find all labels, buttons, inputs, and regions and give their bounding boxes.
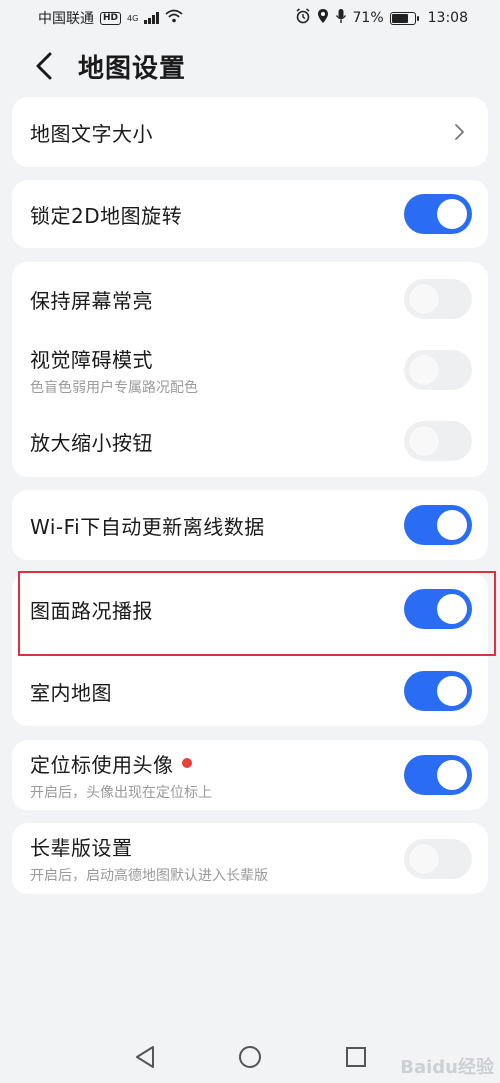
row-text: 锁定2D地图旋转: [30, 200, 404, 229]
row-text: 保持屏幕常亮: [30, 285, 404, 314]
row-text: 地图文字大小: [30, 118, 454, 147]
network-type: 4G: [127, 13, 139, 23]
vision-mode-toggle[interactable]: [404, 350, 472, 390]
toggle-knob: [437, 510, 467, 540]
card-wifi-offline-update: Wi-Fi下自动更新离线数据: [12, 490, 488, 560]
page-title: 地图设置: [78, 53, 187, 84]
row-indoor-map[interactable]: 室内地图: [12, 656, 488, 726]
location-icon: [317, 8, 329, 28]
new-badge-dot: [181, 758, 192, 768]
battery-icon: [389, 11, 419, 25]
keep-screen-on-toggle[interactable]: [404, 279, 472, 319]
wifi-icon: [165, 9, 183, 27]
battery-percent: 71%: [352, 10, 384, 26]
card-display-options: 保持屏幕常亮 视觉障碍模式 色盲色弱用户专属路况配色 放大缩小按钮: [12, 262, 488, 477]
circle-home-icon: [239, 1046, 261, 1068]
row-label: 室内地图: [30, 680, 112, 705]
row-elder-mode[interactable]: 长辈版设置 开启后，启动高德地图默认进入长辈版: [12, 823, 488, 894]
status-right: 71% 13:08: [295, 8, 468, 28]
row-text: 定位标使用头像 开启后，头像出现在定位标上: [30, 749, 404, 802]
traffic-broadcast-toggle[interactable]: [404, 589, 472, 629]
label-wrap: 定位标使用头像: [30, 749, 404, 778]
row-zoom-buttons[interactable]: 放大缩小按钮: [12, 406, 488, 476]
row-label: 放大缩小按钮: [30, 430, 153, 455]
toggle-knob: [409, 355, 439, 385]
row-vision-mode[interactable]: 视觉障碍模式 色盲色弱用户专属路况配色: [12, 334, 488, 406]
nav-back-button[interactable]: [130, 1042, 160, 1072]
row-subtitle: 开启后，启动高德地图默认进入长辈版: [30, 868, 268, 884]
row-label: 图面路况播报: [30, 598, 153, 623]
row-avatar-marker[interactable]: 定位标使用头像 开启后，头像出现在定位标上: [12, 740, 488, 810]
row-text: 图面路况播报: [30, 595, 404, 624]
back-button[interactable]: [24, 46, 64, 86]
row-text: 长辈版设置 开启后，启动高德地图默认进入长辈版: [30, 832, 404, 885]
row-traffic-broadcast[interactable]: 图面路况播报: [12, 573, 488, 645]
card-lock-2d-rotation: 锁定2D地图旋转: [12, 180, 488, 248]
toggle-knob: [437, 760, 467, 790]
nav-recents-button[interactable]: [341, 1042, 371, 1072]
row-label: 定位标使用头像: [30, 752, 174, 777]
row-label: 保持屏幕常亮: [30, 288, 153, 313]
zoom-buttons-toggle[interactable]: [404, 421, 472, 461]
row-keep-screen-on[interactable]: 保持屏幕常亮: [12, 264, 488, 334]
toggle-knob: [409, 426, 439, 456]
chevron-right-icon: [454, 123, 466, 141]
microphone-icon: [335, 8, 347, 28]
toggle-knob: [437, 199, 467, 229]
row-label: 锁定2D地图旋转: [30, 203, 183, 228]
signal-icon: [144, 12, 159, 24]
card-map-text-size: 地图文字大小: [12, 97, 488, 167]
toggle-knob: [409, 843, 439, 874]
alarm-icon: [295, 8, 311, 28]
avatar-marker-toggle[interactable]: [404, 755, 472, 795]
row-label: 地图文字大小: [30, 121, 153, 146]
row-wifi-offline-update[interactable]: Wi-Fi下自动更新离线数据: [12, 490, 488, 560]
hd-badge: HD: [100, 11, 122, 25]
indoor-map-toggle[interactable]: [404, 671, 472, 711]
status-left: 中国联通 HD 4G: [38, 8, 183, 28]
square-recents-icon: [346, 1047, 366, 1067]
triangle-back-icon: [136, 1046, 154, 1068]
status-bar: 中国联通 HD 4G 71% 13:08: [0, 0, 500, 36]
lock-2d-rotation-toggle[interactable]: [404, 194, 472, 234]
row-text: 放大缩小按钮: [30, 427, 404, 456]
nav-home-button[interactable]: [235, 1042, 265, 1072]
row-lock-2d-rotation[interactable]: 锁定2D地图旋转: [12, 180, 488, 248]
row-label: 视觉障碍模式: [30, 347, 153, 372]
toggle-knob: [409, 284, 439, 314]
row-text: Wi-Fi下自动更新离线数据: [30, 511, 404, 540]
wifi-offline-update-toggle[interactable]: [404, 505, 472, 545]
elder-mode-toggle[interactable]: [404, 838, 472, 879]
row-map-text-size[interactable]: 地图文字大小: [12, 97, 488, 167]
system-nav-bar: Baidu经验: [0, 1030, 500, 1083]
watermark: Baidu经验: [400, 1057, 494, 1078]
row-label: 长辈版设置: [30, 836, 133, 860]
row-text: 室内地图: [30, 677, 404, 706]
header: 地图设置: [0, 42, 500, 90]
toggle-knob: [437, 676, 467, 706]
card-traffic-indoor: 图面路况播报 室内地图: [12, 573, 488, 726]
back-arrow-icon: [36, 52, 52, 80]
row-text: 视觉障碍模式 色盲色弱用户专属路况配色: [30, 344, 404, 397]
toggle-knob: [437, 594, 467, 624]
card-avatar-marker: 定位标使用头像 开启后，头像出现在定位标上: [12, 740, 488, 810]
row-label: Wi-Fi下自动更新离线数据: [30, 514, 265, 539]
carrier-name: 中国联通: [38, 11, 94, 27]
card-elder-mode: 长辈版设置 开启后，启动高德地图默认进入长辈版: [12, 823, 488, 894]
row-subtitle: 色盲色弱用户专属路况配色: [30, 379, 198, 396]
clock-time: 13:08: [427, 10, 468, 26]
row-subtitle: 开启后，头像出现在定位标上: [30, 784, 212, 801]
